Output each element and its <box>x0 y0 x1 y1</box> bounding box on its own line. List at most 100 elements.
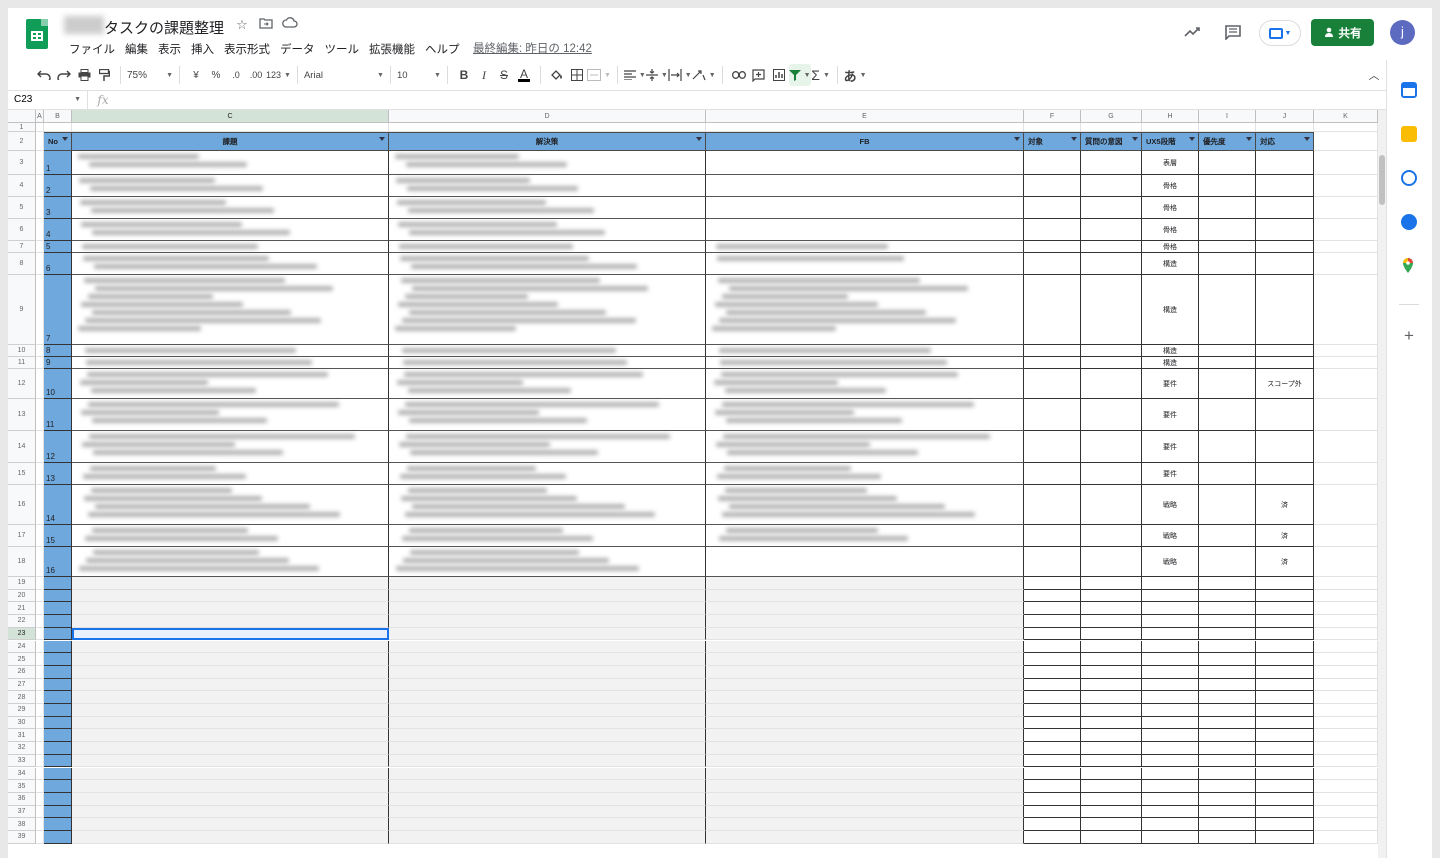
menu-help[interactable]: ヘルプ <box>420 41 465 57</box>
fb-cell[interactable] <box>706 175 1024 197</box>
row-header[interactable]: 26 <box>8 665 36 679</box>
response-cell[interactable] <box>1256 431 1314 463</box>
priority-cell[interactable] <box>1199 175 1256 197</box>
menu-tools[interactable]: ツール <box>320 41 365 57</box>
no-cell[interactable]: 6 <box>44 253 72 275</box>
cell[interactable] <box>1314 123 1378 132</box>
cell[interactable] <box>72 780 389 793</box>
cell[interactable] <box>1314 345 1378 357</box>
column-title-response[interactable]: 対応 <box>1256 132 1314 151</box>
issue-cell[interactable] <box>72 431 389 463</box>
target-cell[interactable] <box>1024 345 1081 357</box>
fb-cell[interactable] <box>706 357 1024 369</box>
row-header[interactable]: 24 <box>8 640 36 654</box>
priority-cell[interactable] <box>1199 463 1256 485</box>
issue-cell[interactable] <box>72 463 389 485</box>
ux5-cell[interactable]: 要件 <box>1142 463 1199 485</box>
cell[interactable] <box>1314 831 1378 844</box>
menu-data[interactable]: データ <box>275 41 320 57</box>
no-cell[interactable] <box>44 627 72 641</box>
maps-icon[interactable] <box>1401 258 1417 274</box>
menu-edit[interactable]: 編集 <box>120 41 153 57</box>
row-header[interactable]: 6 <box>8 219 36 241</box>
cell[interactable] <box>1081 615 1142 628</box>
ux5-cell[interactable]: 要件 <box>1142 431 1199 463</box>
cell[interactable] <box>1199 577 1256 590</box>
column-header-c[interactable]: C <box>72 110 389 123</box>
cell[interactable] <box>1314 357 1378 369</box>
cell[interactable] <box>36 123 44 132</box>
ux5-cell[interactable]: 戦略 <box>1142 547 1199 577</box>
cell[interactable] <box>1081 640 1142 654</box>
cell[interactable] <box>1314 615 1378 628</box>
cell[interactable] <box>72 691 389 704</box>
issue-cell[interactable] <box>72 357 389 369</box>
cell[interactable] <box>1314 627 1378 641</box>
intent-cell[interactable] <box>1081 345 1142 357</box>
cell[interactable] <box>1256 792 1314 806</box>
cell[interactable] <box>1142 589 1199 603</box>
solution-cell[interactable] <box>389 357 706 369</box>
cell[interactable] <box>1314 525 1378 547</box>
input-tools-button[interactable]: あ ▼ <box>844 64 867 86</box>
column-title-ux5[interactable]: UX5段階 <box>1142 132 1199 151</box>
filter-icon[interactable]: ▼ <box>788 64 811 86</box>
cell[interactable] <box>72 627 389 641</box>
borders-icon[interactable] <box>567 64 587 86</box>
fb-cell[interactable] <box>706 345 1024 357</box>
filter-dropdown-icon[interactable] <box>1246 137 1252 141</box>
undo-icon[interactable] <box>34 64 54 86</box>
cell[interactable] <box>1024 754 1081 768</box>
priority-cell[interactable] <box>1199 345 1256 357</box>
cell[interactable] <box>389 589 706 603</box>
vertical-align-icon[interactable]: ▼ <box>645 64 668 86</box>
no-cell[interactable] <box>44 729 72 743</box>
cell[interactable] <box>706 691 1024 704</box>
cell[interactable] <box>1081 627 1142 641</box>
print-icon[interactable] <box>74 64 94 86</box>
solution-cell[interactable] <box>389 463 706 485</box>
no-cell[interactable] <box>44 589 72 603</box>
filter-dropdown-icon[interactable] <box>1014 137 1020 141</box>
column-title-priority[interactable]: 優先度 <box>1199 132 1256 151</box>
cell[interactable] <box>1024 123 1081 132</box>
cell[interactable] <box>1314 704 1378 717</box>
solution-cell[interactable] <box>389 253 706 275</box>
cell[interactable] <box>1314 653 1378 666</box>
no-cell[interactable]: 5 <box>44 241 72 253</box>
cell[interactable] <box>706 704 1024 717</box>
issue-cell[interactable] <box>72 175 389 197</box>
cell[interactable] <box>1314 754 1378 768</box>
solution-cell[interactable] <box>389 197 706 219</box>
cell[interactable] <box>1142 704 1199 717</box>
cell[interactable] <box>1256 123 1314 132</box>
row-header[interactable]: 36 <box>8 792 36 806</box>
cell[interactable] <box>1314 219 1378 241</box>
cell[interactable] <box>1024 704 1081 717</box>
increase-decimal-button[interactable]: .00 <box>246 64 266 86</box>
cell[interactable] <box>1024 615 1081 628</box>
cell[interactable] <box>1142 615 1199 628</box>
cell[interactable] <box>1314 197 1378 219</box>
fb-cell[interactable] <box>706 431 1024 463</box>
fb-cell[interactable] <box>706 219 1024 241</box>
issue-cell[interactable] <box>72 345 389 357</box>
cell[interactable] <box>1199 678 1256 692</box>
cell[interactable] <box>1142 754 1199 768</box>
cell[interactable] <box>706 640 1024 654</box>
cell[interactable] <box>1256 640 1314 654</box>
fb-cell[interactable] <box>706 369 1024 399</box>
cell[interactable] <box>1024 831 1081 844</box>
target-cell[interactable] <box>1024 175 1081 197</box>
intent-cell[interactable] <box>1081 197 1142 219</box>
cell[interactable] <box>72 577 389 590</box>
cell[interactable] <box>389 831 706 844</box>
cell[interactable] <box>1199 602 1256 616</box>
cell[interactable] <box>72 831 389 844</box>
cell[interactable] <box>1081 602 1142 616</box>
issue-cell[interactable] <box>72 197 389 219</box>
menu-insert[interactable]: 挿入 <box>186 41 219 57</box>
cell[interactable] <box>389 615 706 628</box>
cell[interactable] <box>1142 780 1199 793</box>
intent-cell[interactable] <box>1081 275 1142 345</box>
